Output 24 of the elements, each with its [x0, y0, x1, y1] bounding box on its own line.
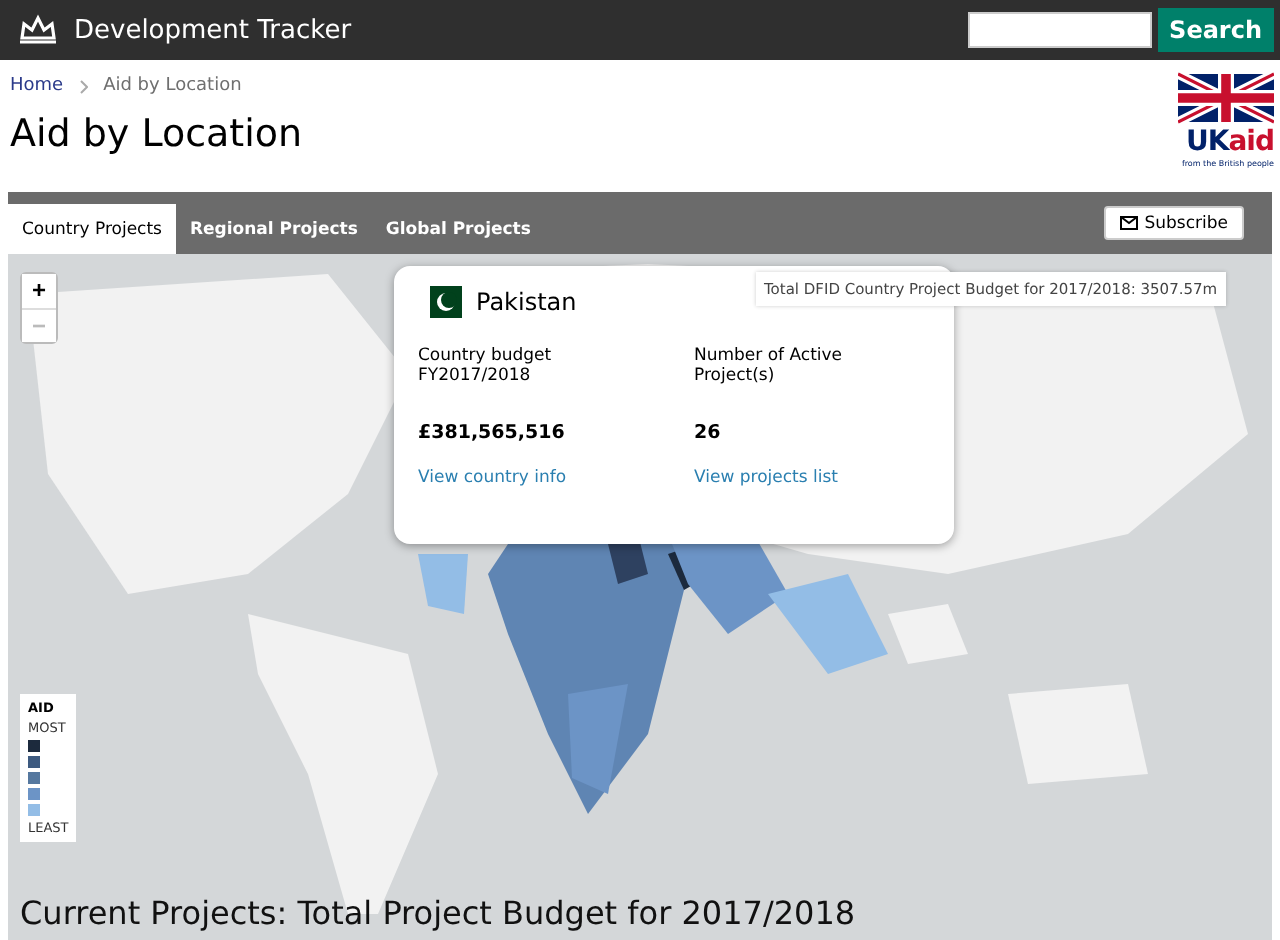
mail-icon [1120, 216, 1139, 230]
page-title: Aid by Location [10, 112, 303, 156]
search-button[interactable]: Search [1157, 8, 1274, 52]
union-flag-icon [1178, 68, 1274, 128]
chevron-icon [79, 79, 88, 93]
map-caption: Current Projects: Total Project Budget for 2017/2018 [20, 894, 856, 932]
tab[interactable]: Global Projects [371, 204, 545, 254]
breadcrumb-link[interactable]: Home [10, 76, 64, 96]
stat-value: £381,565,516 [418, 422, 567, 444]
crown-icon [16, 14, 60, 46]
tab[interactable]: Country Projects [8, 204, 176, 254]
flag-icon [418, 286, 462, 318]
breadcrumb-current: Aid by Location [103, 76, 242, 96]
ukaid-logo: UKaid [1186, 128, 1274, 158]
stat-label: Number of Active Project(s) [694, 346, 845, 390]
tab[interactable]: Regional Projects [175, 204, 372, 254]
stat-link[interactable]: View country info [418, 468, 694, 488]
stat-label: Country budget FY2017/2018 [418, 346, 554, 390]
stat-value: 26 [694, 422, 723, 444]
stat-link[interactable]: View projects list [694, 468, 934, 488]
subscribe-button[interactable]: Subscribe [1104, 206, 1244, 240]
country-name: Pakistan [476, 288, 577, 316]
search-field[interactable] [967, 12, 1152, 48]
site-title[interactable]: Development Tracker [74, 15, 352, 45]
